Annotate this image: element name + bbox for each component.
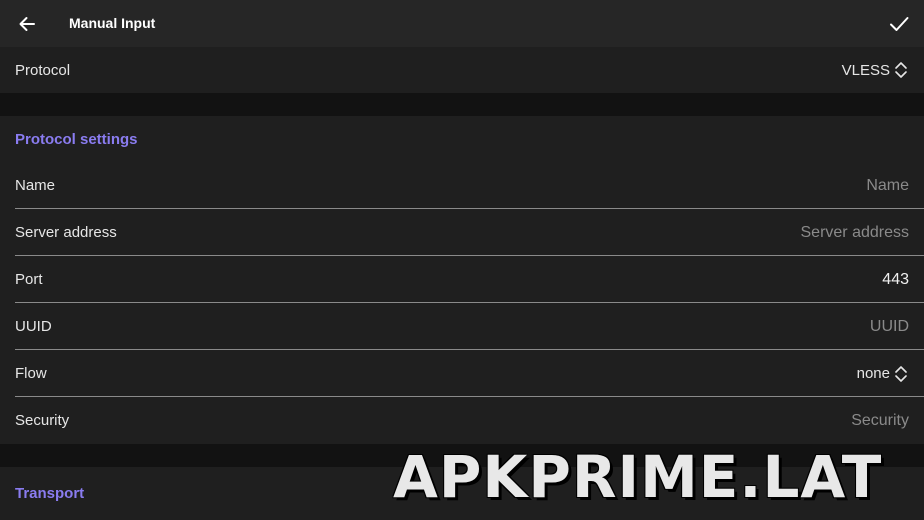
flow-label: Flow: [15, 365, 47, 382]
watermark: APKPRIME.LAT: [393, 443, 883, 511]
uuid-label: UUID: [15, 318, 52, 335]
flow-value: none: [856, 365, 890, 382]
security-row[interactable]: Security Security: [0, 397, 924, 444]
uuid-row[interactable]: UUID UUID: [0, 303, 924, 350]
security-label: Security: [15, 412, 70, 429]
arrow-left-icon: [19, 17, 35, 31]
section-title: Protocol settings: [15, 130, 138, 148]
unfold-icon: [895, 365, 907, 382]
flow-select[interactable]: none: [857, 364, 909, 384]
protocol-value: VLESS: [841, 61, 890, 79]
section-title: Transport: [15, 485, 85, 502]
port-label: Port: [15, 271, 43, 288]
name-label: Name: [15, 177, 56, 194]
protocol-settings-header: Protocol settings: [0, 116, 924, 162]
app-bar: Manual Input: [0, 0, 924, 47]
port-row[interactable]: Port 443: [0, 256, 924, 303]
protocol-label: Protocol: [15, 61, 71, 79]
back-button[interactable]: [14, 11, 40, 37]
server-address-row[interactable]: Server address Server address: [0, 209, 924, 256]
confirm-button[interactable]: [886, 11, 912, 37]
server-address-field[interactable]: Server address: [801, 224, 910, 242]
security-field[interactable]: Security: [851, 412, 909, 430]
uuid-field[interactable]: UUID: [870, 318, 909, 336]
page-title: Manual Input: [69, 15, 156, 31]
check-icon: [890, 17, 909, 31]
unfold-icon: [895, 62, 907, 78]
flow-row[interactable]: Flow none: [0, 350, 924, 397]
port-field[interactable]: 443: [882, 271, 909, 289]
protocol-select[interactable]: VLESS: [842, 60, 909, 80]
name-row[interactable]: Name Name: [0, 162, 924, 209]
name-field[interactable]: Name: [866, 177, 909, 195]
server-address-label: Server address: [15, 224, 117, 241]
protocol-row[interactable]: Protocol VLESS: [0, 47, 924, 93]
